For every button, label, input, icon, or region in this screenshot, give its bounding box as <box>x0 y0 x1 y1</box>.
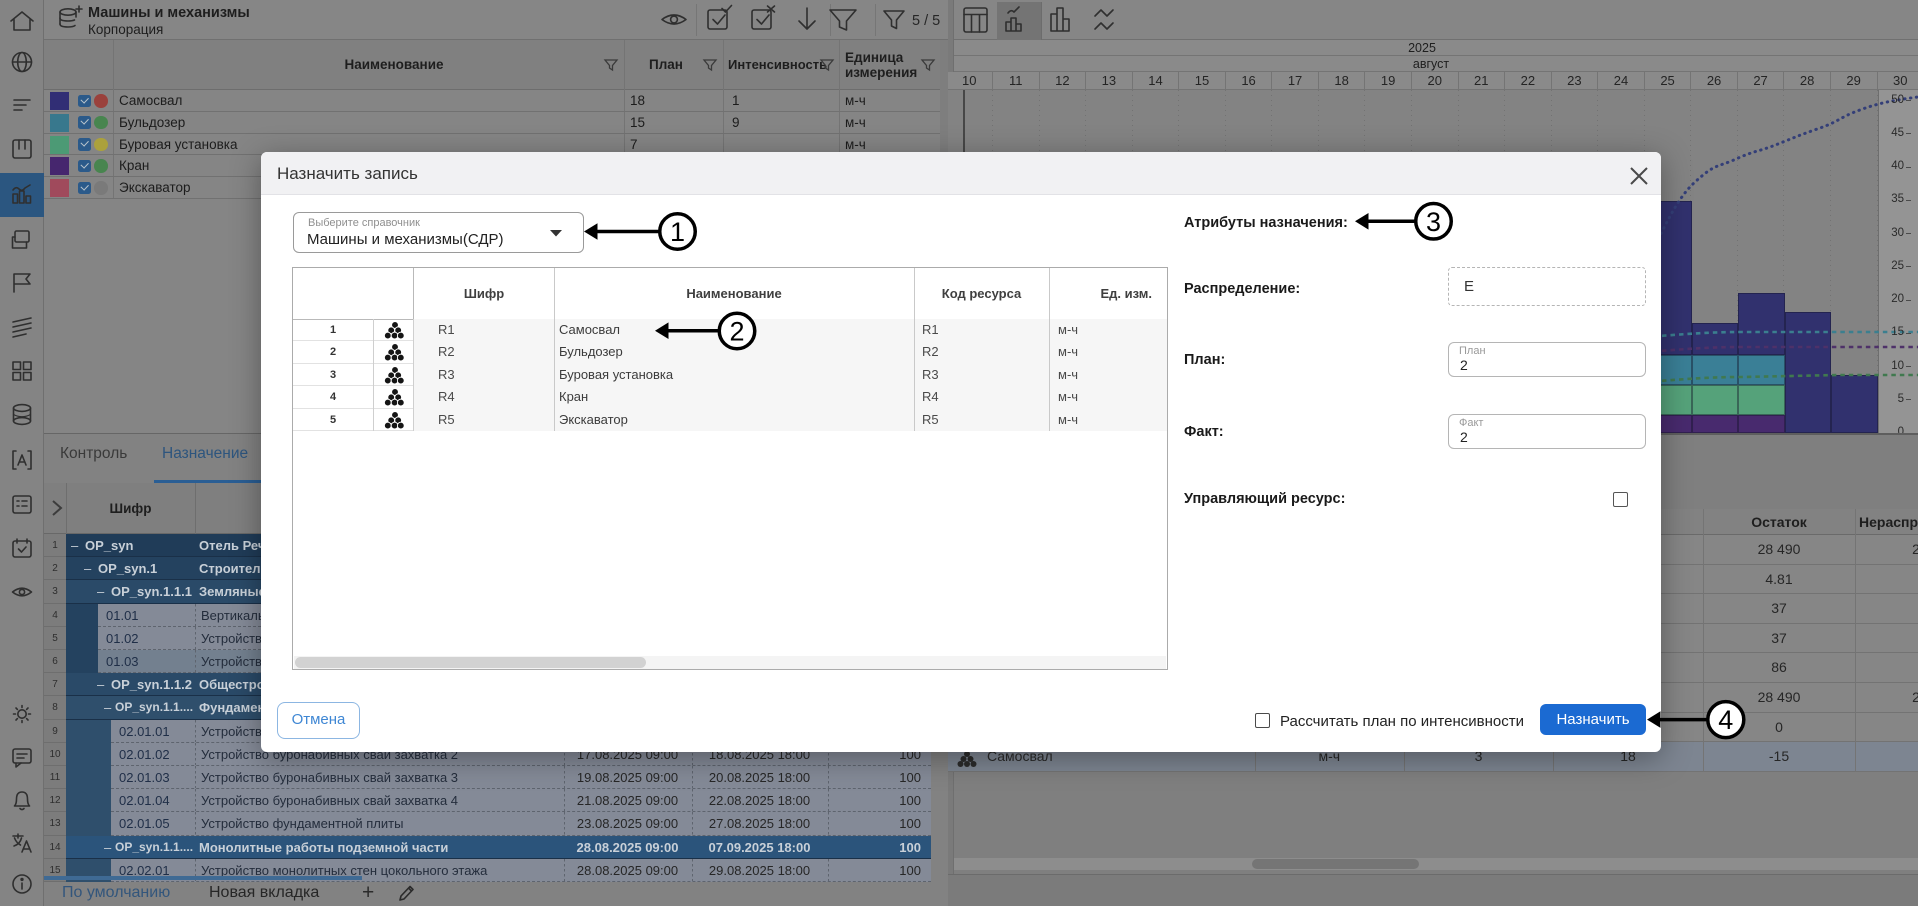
svg-text:4: 4 <box>1718 705 1733 735</box>
svg-text:1: 1 <box>670 217 685 247</box>
svg-text:2: 2 <box>729 317 744 347</box>
svg-text:3: 3 <box>1426 207 1441 237</box>
